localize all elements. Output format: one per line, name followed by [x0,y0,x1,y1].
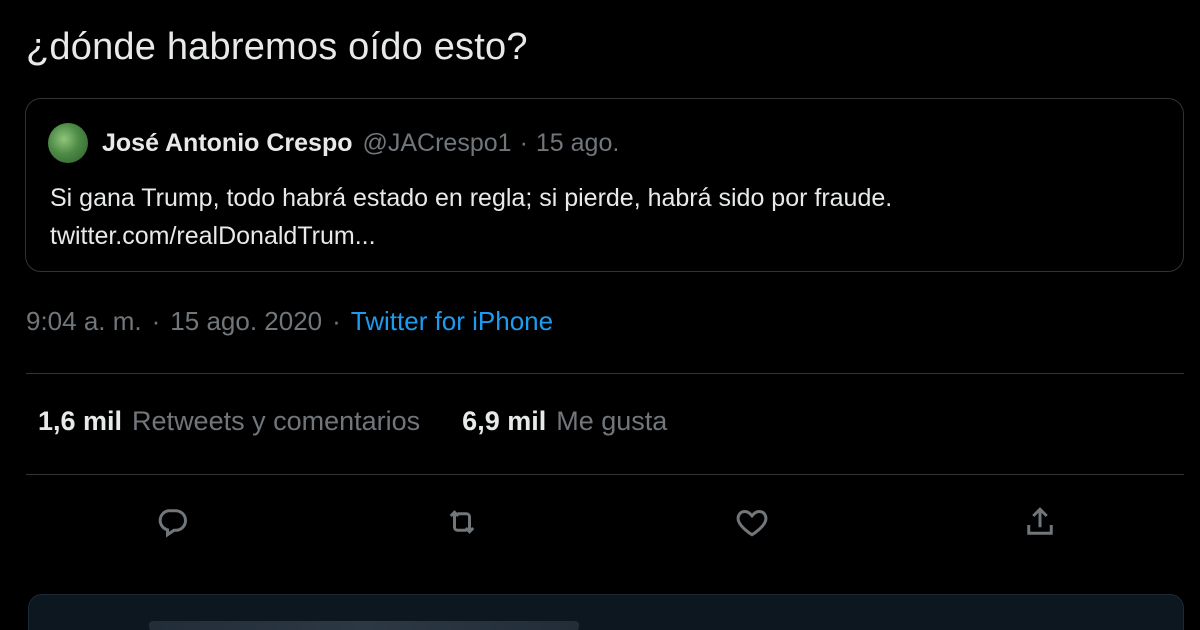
tweet-text: ¿dónde habremos oído esto? [26,26,528,68]
heart-icon [736,509,768,537]
avatar[interactable] [48,123,88,163]
quoted-tweet-header: José Antonio Crespo @JACrespo1 · 15 ago. [48,123,619,163]
retweet-button[interactable] [440,500,484,544]
share-button[interactable] [1018,500,1062,544]
quoted-tweet-card[interactable]: José Antonio Crespo @JACrespo1 · 15 ago.… [25,98,1184,272]
likes-count[interactable]: 6,9 mil [462,406,546,437]
quoted-tweet-body: Si gana Trump, todo habrá estado en regl… [50,179,1150,255]
separator-dot: · [332,306,341,336]
quoted-tweet-text: Si gana Trump, todo habrá estado en regl… [50,184,893,212]
quoted-author-name[interactable]: José Antonio Crespo [102,129,353,158]
share-icon [1027,507,1053,535]
separator-dot: · [519,128,528,157]
retweets-count[interactable]: 1,6 mil [38,406,122,437]
tweet-time[interactable]: 9:04 a. m. [26,306,142,337]
divider [26,474,1184,475]
quoted-author-handle[interactable]: @JACrespo1 [363,129,512,158]
tweet-actions [0,500,1200,550]
reply-button[interactable] [150,500,194,544]
tweet-stats: 1,6 mil Retweets y comentarios 6,9 mil M… [38,406,667,437]
separator-dot: · [151,306,161,336]
reply-icon [158,509,187,538]
quoted-tweet-date[interactable]: 15 ago. [536,129,619,158]
embedded-card-placeholder [149,621,579,630]
likes-label[interactable]: Me gusta [556,406,667,437]
divider [26,373,1184,374]
like-button[interactable] [730,500,774,544]
quoted-tweet-link[interactable]: twitter.com/realDonaldTrum... [50,217,1150,255]
tweet-date[interactable]: 15 ago. 2020 [170,306,322,337]
retweet-icon [449,510,475,534]
tweet-meta: 9:04 a. m. · 15 ago. 2020 · Twitter for … [26,306,553,337]
retweets-label[interactable]: Retweets y comentarios [132,406,420,437]
embedded-card[interactable] [28,594,1184,630]
tweet-source-link[interactable]: Twitter for iPhone [351,306,553,337]
